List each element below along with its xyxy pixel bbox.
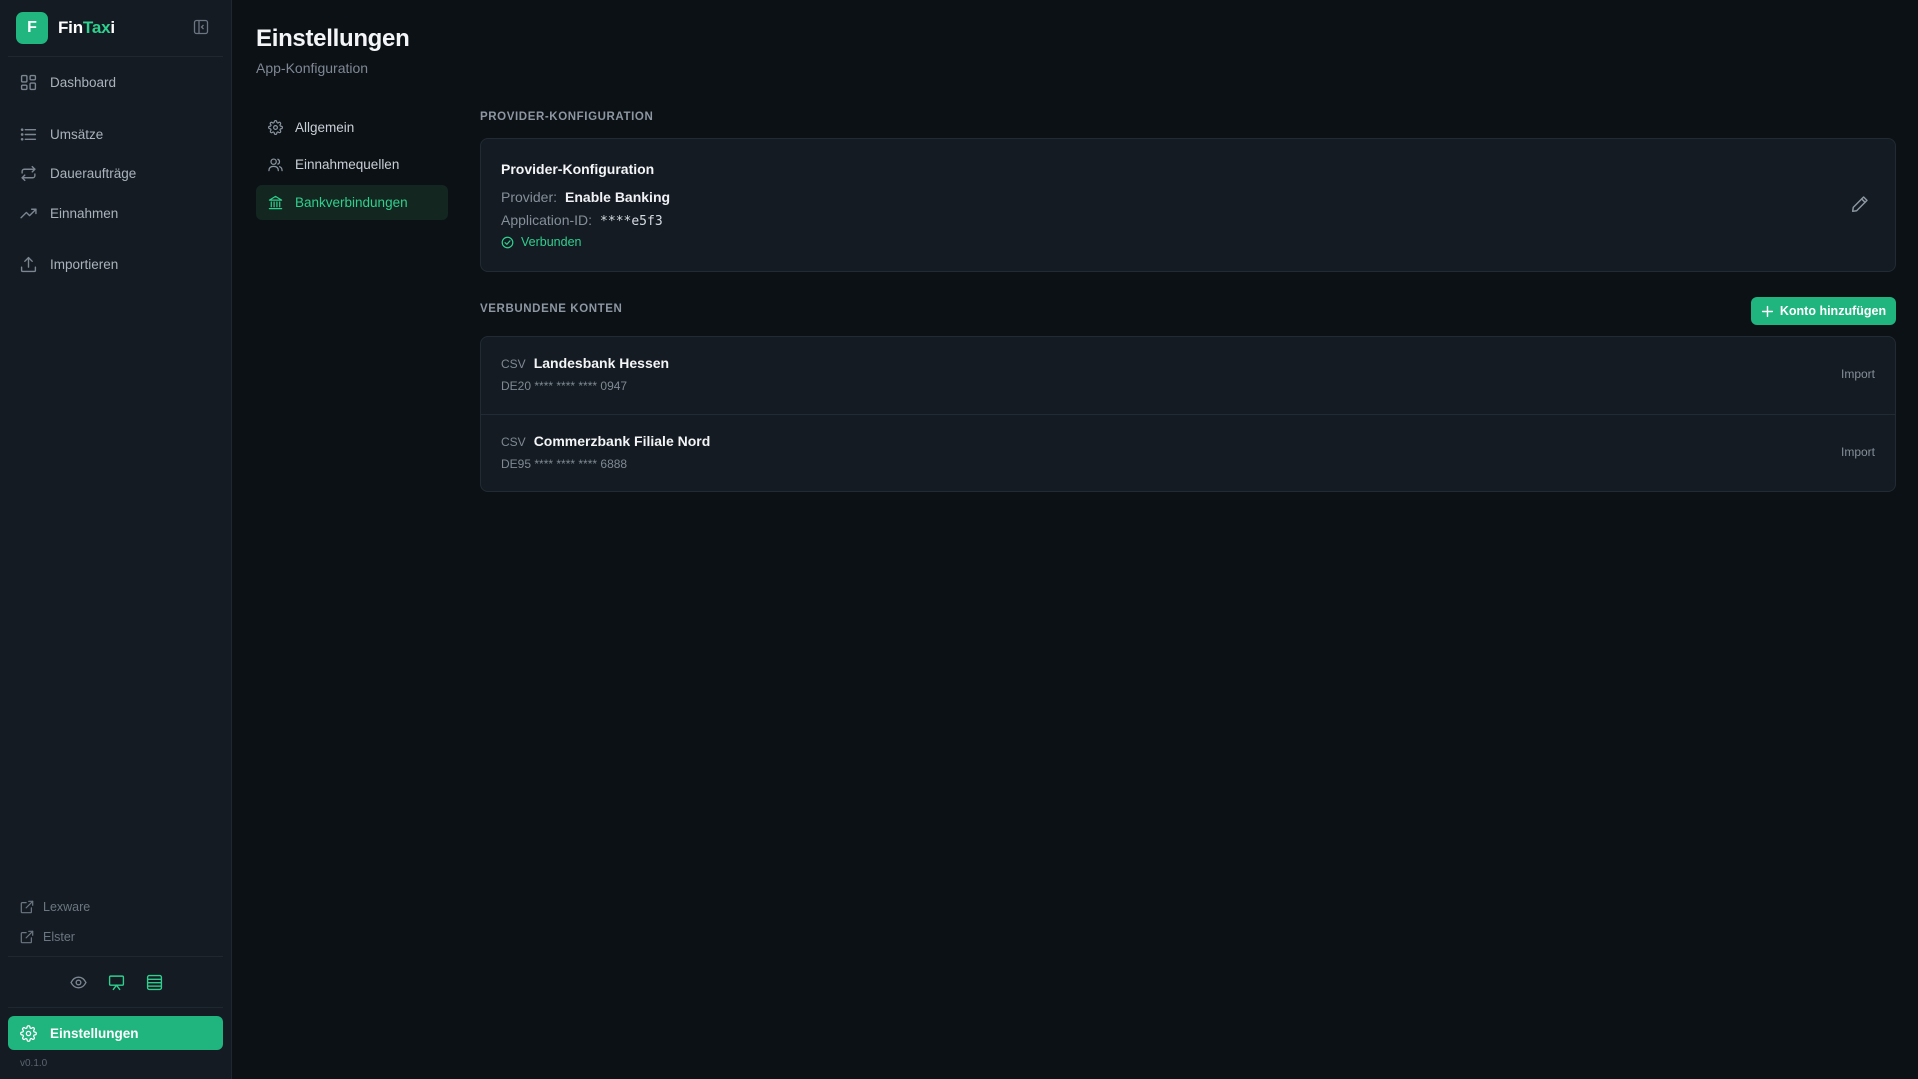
list-item[interactable]: CSV Commerzbank Filiale Nord DE95 **** *… (481, 414, 1895, 491)
external-link-label: Lexware (43, 900, 91, 914)
users-icon (268, 157, 283, 172)
bank-icon (268, 195, 283, 210)
app-id-key: Application-ID: (501, 212, 593, 228)
sidebar-item-dashboard[interactable]: Dashboard (8, 65, 224, 99)
section-label-accounts: VERBUNDENE KONTEN (480, 303, 623, 315)
import-button[interactable]: Import (1841, 445, 1875, 459)
sidebar-item-einnahmen[interactable]: Einnahmen (8, 196, 224, 230)
account-iban: DE95 **** **** **** 6888 (501, 457, 628, 471)
list-item[interactable]: CSV Landesbank Hessen DE20 **** **** ***… (481, 337, 1895, 414)
external-link-icon (20, 900, 34, 914)
trending-up-icon (20, 205, 37, 222)
sidebar-item-label: Umsätze (50, 126, 104, 142)
external-link-label: Elster (43, 930, 75, 944)
external-link-icon (20, 930, 34, 944)
brand[interactable]: F FinTaxi (16, 12, 115, 44)
account-name: Commerzbank Filiale Nord (533, 433, 711, 449)
settings-label: Einstellungen (50, 1025, 139, 1041)
page-title: Einstellungen (256, 25, 410, 52)
dashboard-icon (20, 74, 37, 91)
settings-tab-bankverbindungen[interactable]: Bankverbindungen (256, 185, 448, 220)
section-label-provider: PROVIDER-KONFIGURATION (480, 111, 654, 123)
sidebar-item-label: Einnahmen (50, 205, 119, 221)
plus-icon (1761, 305, 1774, 318)
app-id-line: Application-ID: ****e5f3 (501, 212, 663, 229)
brand-name: FinTaxi (58, 18, 115, 37)
settings-tab-label: Einnahmequellen (295, 157, 400, 172)
sidebar-item-label: Daueraufträge (50, 165, 137, 181)
sidebar-item-label: Dashboard (50, 74, 117, 90)
sidebar-item-umsaetze[interactable]: Umsätze (8, 117, 224, 151)
sidebar-item-einstellungen[interactable]: Einstellungen (8, 1016, 223, 1050)
presentation-icon[interactable] (106, 972, 126, 992)
gear-icon (268, 120, 283, 135)
check-circle-icon (501, 236, 514, 249)
accounts-list: CSV Landesbank Hessen DE20 **** **** ***… (480, 336, 1896, 492)
table-icon[interactable] (144, 972, 164, 992)
provider-value: Enable Banking (565, 189, 671, 205)
sidebar-divider (8, 1007, 223, 1008)
app-version: v0.1.0 (20, 1058, 48, 1069)
sidebar: F FinTaxi Dashboard Umsätze Daueraufträg… (0, 0, 232, 1079)
settings-tab-allgemein[interactable]: Allgemein (256, 110, 448, 145)
brand-logo: F (16, 12, 48, 44)
add-account-button[interactable]: Konto hinzufügen (1751, 297, 1896, 325)
status-text: Verbunden (521, 235, 582, 249)
sidebar-collapse-icon[interactable] (193, 19, 209, 35)
list-icon (20, 126, 37, 143)
edit-icon[interactable] (1851, 195, 1869, 213)
sidebar-item-importieren[interactable]: Importieren (8, 247, 224, 281)
upload-icon (20, 256, 37, 273)
sidebar-item-dauerauftraege[interactable]: Daueraufträge (8, 156, 224, 190)
app-id-value: ****e5f3 (600, 214, 663, 229)
add-account-label: Konto hinzufügen (1779, 304, 1887, 318)
sidebar-divider (8, 56, 223, 57)
page-subtitle: App-Konfiguration (256, 60, 369, 76)
sidebar-divider (8, 956, 223, 957)
external-link-elster[interactable]: Elster (20, 928, 75, 946)
sidebar-tools (0, 972, 232, 992)
settings-tab-label: Allgemein (295, 120, 355, 135)
status-badge: Verbunden (501, 235, 581, 249)
account-type: CSV (501, 435, 526, 449)
provider-card-title: Provider-Konfiguration (501, 161, 655, 177)
provider-key: Provider: (501, 189, 558, 205)
repeat-icon (20, 165, 37, 182)
eye-icon[interactable] (68, 972, 88, 992)
sidebar-item-label: Importieren (50, 256, 119, 272)
account-type: CSV (501, 357, 526, 371)
account-name: Landesbank Hessen (533, 355, 670, 371)
account-iban: DE20 **** **** **** 0947 (501, 379, 628, 393)
settings-tab-einnahmequellen[interactable]: Einnahmequellen (256, 147, 448, 182)
provider-line: Provider: Enable Banking (501, 189, 670, 205)
import-button[interactable]: Import (1841, 367, 1875, 381)
account-header: CSV Landesbank Hessen (501, 355, 669, 371)
gear-icon (20, 1024, 37, 1042)
external-link-lexware[interactable]: Lexware (20, 898, 90, 916)
provider-card: Provider-Konfiguration Provider: Enable … (480, 138, 1896, 272)
account-header: CSV Commerzbank Filiale Nord (501, 433, 710, 449)
settings-tab-label: Bankverbindungen (295, 195, 408, 210)
